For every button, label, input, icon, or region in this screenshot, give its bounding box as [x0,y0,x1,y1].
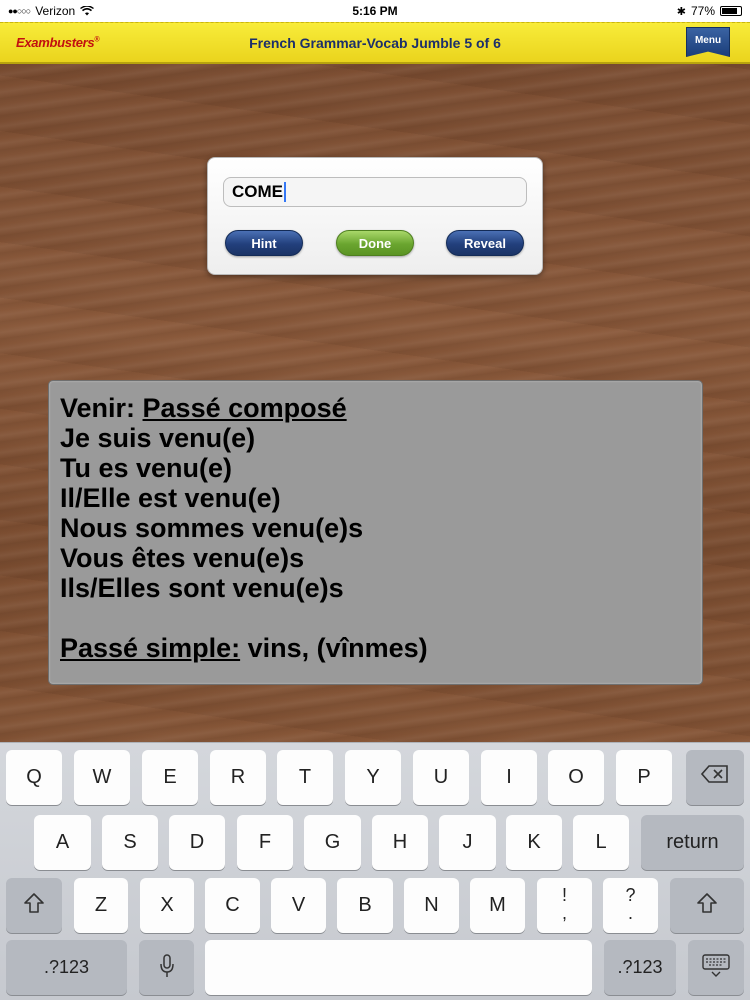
key-l[interactable]: L [573,815,629,870]
key-y[interactable]: Y [345,750,401,805]
shift-icon [24,893,44,913]
conjugation-line: Vous êtes venu(e)s [60,543,305,573]
return-key[interactable]: return [641,815,744,870]
key-r[interactable]: R [210,750,266,805]
status-time: 5:16 PM [352,4,398,18]
key-u[interactable]: U [413,750,469,805]
key-k[interactable]: K [506,815,562,870]
conjugation-line: Nous sommes venu(e)s [60,513,364,543]
dictation-key[interactable] [139,940,194,995]
panel-heading: Venir: Passé composé [60,393,347,423]
on-screen-keyboard: Q W E R T Y U I O P A S D F G H J K L re… [0,742,750,1000]
key-w[interactable]: W [74,750,130,805]
answer-input[interactable]: COME [223,177,527,207]
key-q[interactable]: Q [6,750,62,805]
battery-percent: 77% [690,4,715,18]
numbers-key-right[interactable]: .?123 [604,940,676,995]
numbers-key-left[interactable]: .?123 [6,940,127,995]
key-z[interactable]: Z [74,878,128,933]
key-g[interactable]: G [304,815,361,870]
menu-button[interactable]: Menu [686,27,730,57]
key-v[interactable]: V [271,878,326,933]
key-t[interactable]: T [277,750,333,805]
key-e[interactable]: E [142,750,198,805]
key-x[interactable]: X [140,878,194,933]
bluetooth-icon: ✱ [676,5,686,18]
key-n[interactable]: N [404,878,459,933]
reveal-button[interactable]: Reveal [446,230,524,256]
status-bar: ●●○○○ Verizon 5:16 PM ✱ 77% [0,0,750,22]
shift-key-right[interactable] [670,878,744,933]
conjugation-line: Je suis venu(e) [60,423,256,453]
shift-icon [697,893,717,913]
key-question-period[interactable]: ? . [603,878,658,933]
app-header: Exambusters® French Grammar-Vocab Jumble… [0,22,750,64]
conjugation-line: Ils/Elles sont venu(e)s [60,573,344,603]
hide-keyboard-icon [702,954,730,977]
key-exclaim-comma[interactable]: ! , [537,878,592,933]
hint-button[interactable]: Hint [225,230,303,256]
answer-card: COME Hint Done Reveal [207,157,543,275]
shift-key-left[interactable] [6,878,62,933]
key-d[interactable]: D [169,815,225,870]
text-caret [284,182,286,202]
key-s[interactable]: S [102,815,158,870]
key-h[interactable]: H [372,815,428,870]
backspace-key[interactable] [686,750,744,805]
key-j[interactable]: J [439,815,496,870]
passe-simple-line: Passé simple: vins, (vînmes) [60,633,428,663]
key-c[interactable]: C [205,878,260,933]
conjugation-panel: Venir: Passé composé Je suis venu(e) Tu … [48,380,703,685]
done-button[interactable]: Done [336,230,414,256]
backspace-icon [700,765,728,783]
page-title: French Grammar-Vocab Jumble 5 of 6 [249,35,501,51]
microphone-icon [159,954,174,977]
answer-input-value: COME [232,182,283,201]
conjugation-line: Tu es venu(e) [60,453,233,483]
hide-keyboard-key[interactable] [688,940,744,995]
key-i[interactable]: I [481,750,537,805]
key-m[interactable]: M [470,878,525,933]
battery-icon [720,6,742,16]
key-o[interactable]: O [548,750,604,805]
key-a[interactable]: A [34,815,91,870]
conjugation-line: Il/Elle est venu(e) [60,483,281,513]
key-p[interactable]: P [616,750,672,805]
key-b[interactable]: B [337,878,393,933]
key-f[interactable]: F [237,815,293,870]
space-bar[interactable] [205,940,592,995]
